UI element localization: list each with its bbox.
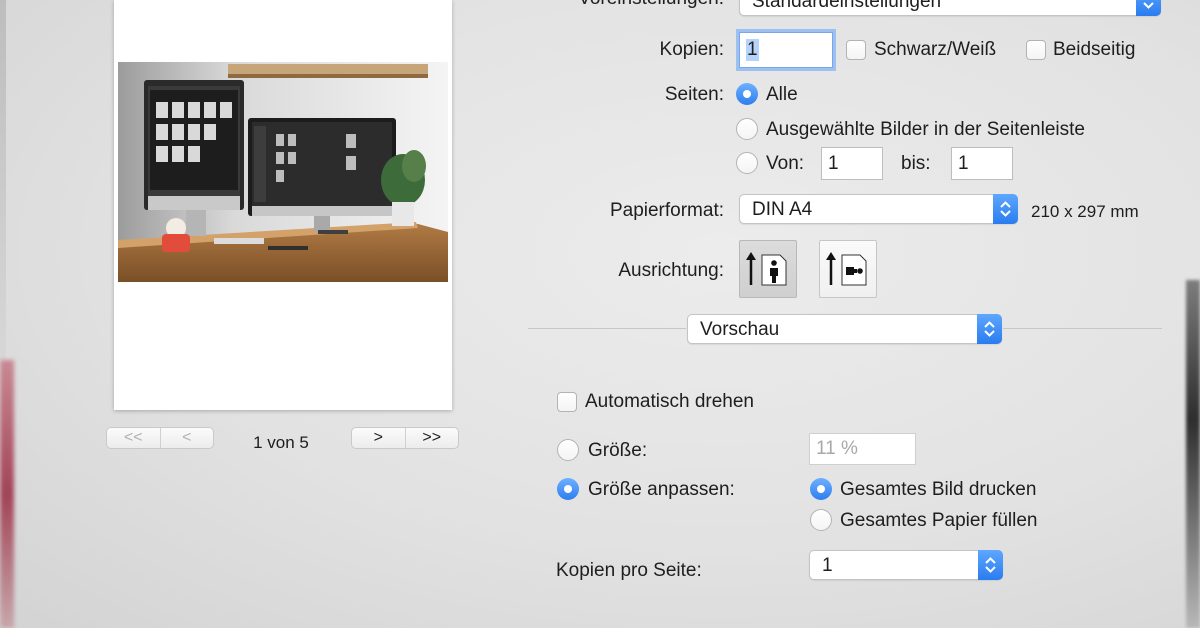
section-popup[interactable]: Vorschau — [687, 314, 1002, 344]
desktop-wallpaper-right — [1186, 280, 1200, 628]
popup-stepper-icon — [1136, 0, 1161, 16]
presets-popup[interactable]: Standardeinstellungen — [739, 0, 1161, 16]
popup-stepper-icon — [978, 550, 1003, 580]
popup-stepper-icon — [993, 194, 1018, 224]
pages-label: Seiten: — [664, 84, 724, 105]
landscape-orientation-button[interactable] — [819, 240, 877, 298]
section-popup-value: Vorschau — [700, 319, 780, 340]
paper-dimensions: 210 x 297 mm — [1031, 202, 1139, 221]
pages-to-label: bis: — [901, 153, 931, 174]
previous-page-button[interactable]: < — [159, 428, 214, 448]
pager-back-group: << < — [106, 427, 214, 449]
landscape-icon — [826, 252, 867, 286]
pages-from-input[interactable]: 1 — [821, 147, 883, 180]
copies-input[interactable]: 1 — [739, 32, 833, 68]
desktop-edge-left — [0, 0, 6, 360]
size-label: Größe: — [588, 440, 648, 461]
orientation-label: Ausrichtung: — [618, 260, 724, 281]
duplex-label: Beidseitig — [1053, 39, 1136, 60]
next-page-button[interactable]: > — [352, 428, 405, 448]
scale-to-fit-label: Größe anpassen: — [588, 479, 735, 500]
copies-label: Kopien: — [659, 39, 724, 60]
print-preview-page — [114, 0, 452, 410]
print-whole-image-label: Gesamtes Bild drucken — [840, 479, 1037, 500]
pages-range-radio[interactable] — [736, 152, 758, 174]
print-whole-image-radio[interactable] — [810, 478, 832, 500]
portrait-orientation-button[interactable] — [739, 240, 797, 298]
copies-per-page-label: Kopien pro Seite: — [556, 560, 702, 581]
bw-checkbox[interactable] — [846, 40, 866, 60]
copies-per-page-value: 1 — [822, 555, 833, 576]
pages-from-label: Von: — [766, 153, 805, 174]
last-page-button[interactable]: >> — [404, 428, 459, 448]
auto-rotate-checkbox[interactable] — [557, 392, 577, 412]
first-page-button[interactable]: << — [107, 428, 160, 448]
scale-to-fit-radio[interactable] — [557, 478, 579, 500]
separator-right — [1003, 328, 1162, 329]
portrait-icon — [746, 252, 787, 286]
fill-paper-radio[interactable] — [810, 509, 832, 531]
bw-label: Schwarz/Weiß — [874, 39, 997, 60]
fill-paper-label: Gesamtes Papier füllen — [840, 510, 1038, 531]
popup-stepper-icon — [977, 314, 1002, 344]
pages-all-label: Alle — [766, 84, 798, 105]
pager-forward-group: > >> — [351, 427, 459, 449]
size-percent-input[interactable]: 11 % — [809, 433, 916, 465]
size-radio[interactable] — [557, 439, 579, 461]
pages-selected-radio[interactable] — [736, 118, 758, 140]
copies-per-page-popup[interactable]: 1 — [809, 550, 1003, 580]
pages-to-input[interactable]: 1 — [951, 147, 1013, 180]
size-percent-value: 11 % — [816, 438, 858, 459]
pages-from-value: 1 — [828, 152, 839, 174]
pages-selected-label: Ausgewählte Bilder in der Seitenleiste — [766, 119, 1085, 140]
paper-size-label: Papierformat: — [609, 200, 724, 221]
pages-to-value: 1 — [958, 152, 969, 174]
duplex-checkbox[interactable] — [1026, 40, 1046, 60]
paper-size-value: DIN A4 — [752, 199, 813, 220]
paper-size-popup[interactable]: DIN A4 — [739, 194, 1018, 224]
separator-left — [528, 328, 686, 329]
auto-rotate-label: Automatisch drehen — [585, 391, 754, 412]
presets-value: Standardeinstellungen — [752, 0, 942, 12]
presets-label: Voreinstellungen: — [480, 0, 724, 10]
preview-photo — [118, 62, 448, 282]
copies-value: 1 — [746, 39, 759, 61]
page-indicator: 1 von 5 — [253, 433, 309, 452]
pages-all-radio[interactable] — [736, 83, 758, 105]
desktop-wallpaper-left — [0, 360, 14, 628]
